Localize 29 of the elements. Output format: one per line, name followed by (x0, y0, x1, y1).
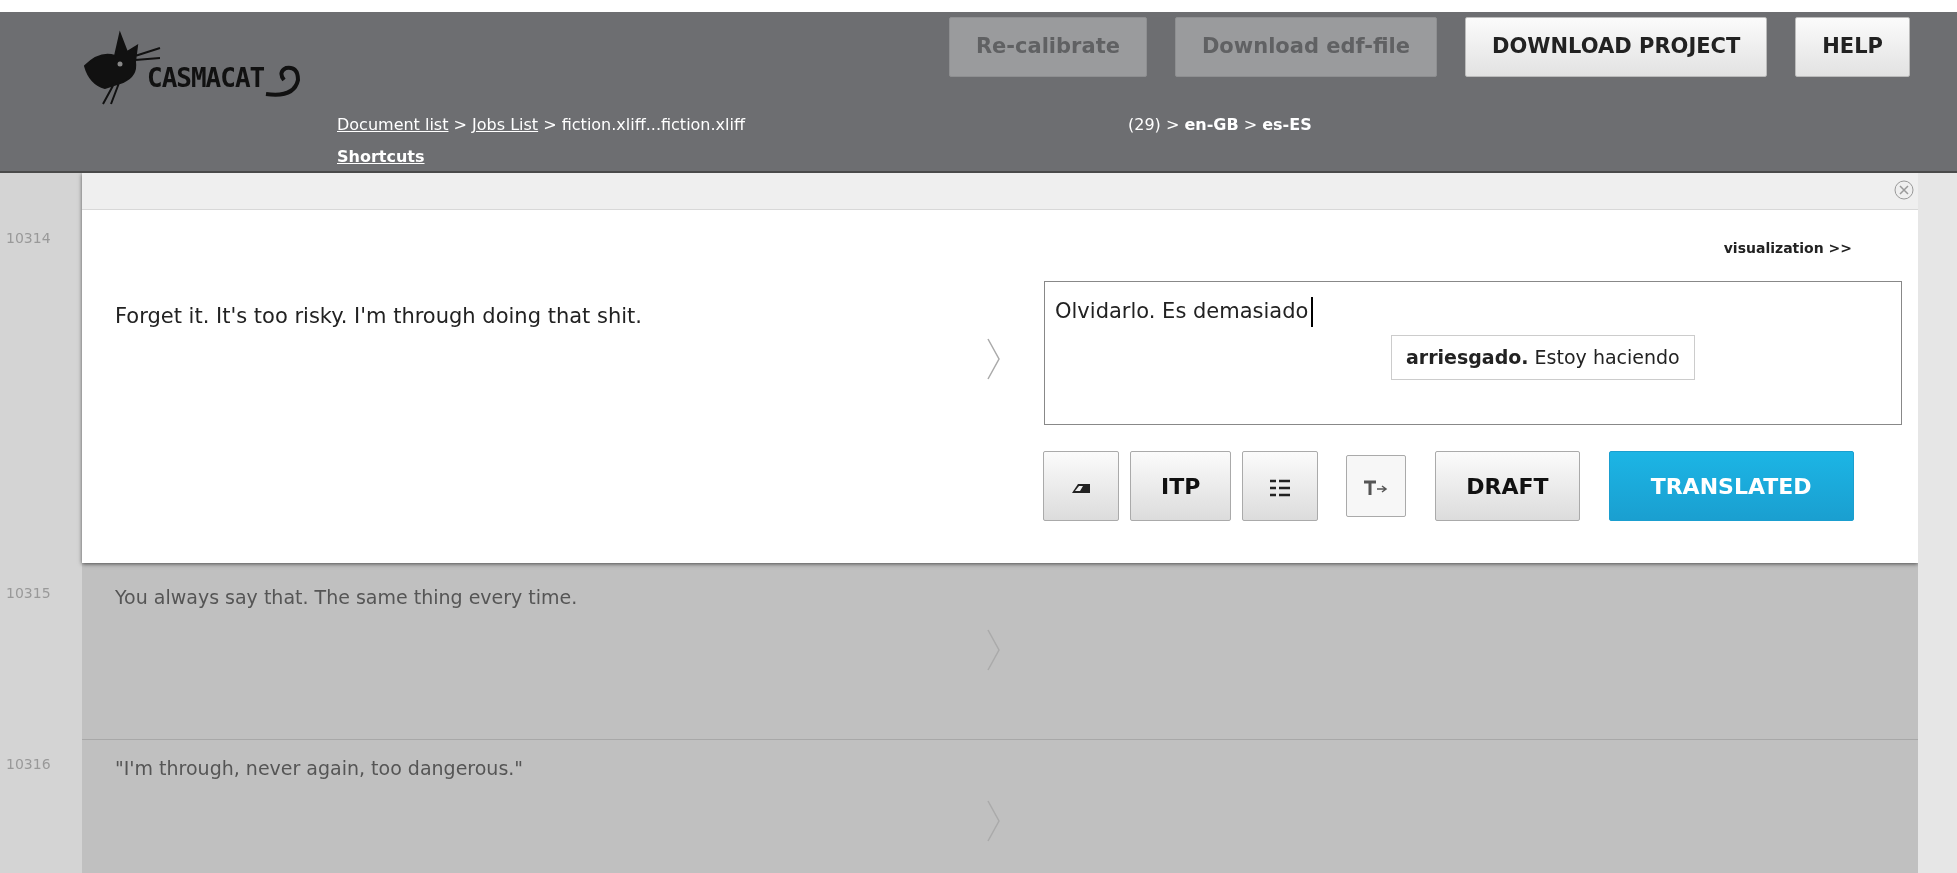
suggestion-popup[interactable]: arriesgado. Estoy haciendo (1391, 335, 1695, 380)
segment-number: 10314 (6, 230, 51, 246)
breadcrumb-link[interactable]: Jobs List (472, 115, 539, 134)
text-cursor (1311, 297, 1314, 327)
shortcuts-link[interactable]: Shortcuts (337, 145, 425, 169)
source-text: "I'm through, never again, too dangerous." (115, 756, 524, 781)
header-button[interactable]: DOWNLOAD PROJECT (1465, 17, 1768, 77)
tag-arrow-icon (1363, 479, 1390, 496)
list-button[interactable] (1242, 451, 1319, 521)
header-button[interactable]: HELP (1795, 17, 1910, 77)
action-button[interactable]: ITP (1130, 451, 1232, 521)
source-text: Forget it. It's too risky. I'm through doing that shit. (115, 303, 642, 330)
tag-button[interactable] (1346, 455, 1407, 517)
target-field[interactable]: Olvidarlo. Es demasiado arriesgado. Estoy haciendo (1044, 281, 1902, 425)
segment-number: 10315 (6, 585, 51, 601)
logo-text: CASMACAT (147, 62, 265, 95)
breadcrumb-link[interactable]: Document list (337, 115, 449, 134)
eraser-button[interactable] (1043, 451, 1119, 521)
breadcrumb-text: > fiction.xliff...fiction.xliff (543, 115, 745, 134)
list-icon (1269, 478, 1292, 497)
breadcrumb-text: > (453, 115, 467, 134)
action-button[interactable]: DRAFT (1435, 451, 1580, 521)
close-icon[interactable] (1894, 180, 1914, 200)
segment-number: 10316 (6, 756, 51, 772)
source-text: You always say that. The same thing every time. (115, 585, 578, 610)
language-pair-text: (29) > en-GB > es-ES (1128, 114, 1312, 136)
chevron-icon (987, 338, 1001, 380)
visualization-link[interactable]: visualization >> (1723, 238, 1852, 259)
target-text: Olvidarlo. Es demasiado (1055, 299, 1309, 323)
